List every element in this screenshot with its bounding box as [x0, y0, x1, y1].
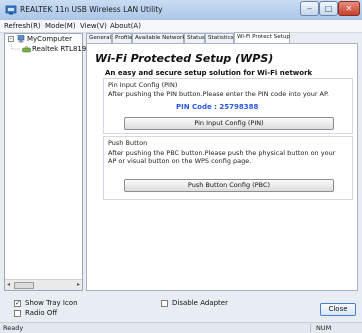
pbc-group: Push Button After pushing the PBC button… [103, 136, 353, 200]
pin-group: Pin Input Config (PIN) After pushing the… [103, 78, 353, 134]
title-bar: REALTEK 11n USB Wireless LAN Utility ‒ □… [0, 0, 362, 21]
tree-label-mycomputer: MyComputer [27, 35, 72, 43]
wireless-adapter-icon [22, 46, 31, 53]
tab-status[interactable]: Status [184, 33, 205, 43]
pin-input-config-button[interactable]: Pin Input Config (PIN) [124, 117, 334, 130]
num-lock-indicator: NUM [316, 324, 332, 332]
menu-bar: Refresh(R) Mode(M) View(V) About(A) [0, 20, 362, 33]
pin-code-value: PIN Code : 25798388 [176, 103, 259, 111]
radio-off-label: Radio Off [25, 309, 58, 317]
disable-adapter-checkbox[interactable] [161, 300, 168, 307]
tree-item-mycomputer[interactable]: - MyComputer [5, 34, 84, 44]
scroll-thumb[interactable] [14, 282, 34, 289]
tree-horizontal-scrollbar[interactable]: ◂ ▸ [5, 279, 82, 290]
tree-expander[interactable]: - [8, 36, 14, 42]
maximize-button[interactable]: □ [319, 1, 338, 16]
wps-panel: Wi-Fi Protected Setup (WPS) An easy and … [86, 43, 358, 291]
pbc-description-line1: After pushing the PBC button.Please push… [108, 149, 336, 157]
tab-available-network[interactable]: Available Network [132, 33, 185, 43]
tab-statistics[interactable]: Statistics [205, 33, 234, 43]
status-divider [310, 324, 311, 332]
push-button-config-button[interactable]: Push Button Config (PBC) [124, 179, 334, 192]
menu-about[interactable]: About(A) [110, 22, 141, 30]
tree-label-adapter: Realtek RTL819 [32, 45, 87, 53]
scroll-left-icon[interactable]: ◂ [7, 281, 10, 288]
pbc-description-line2: AP or visual button on the WPS config pa… [108, 157, 252, 165]
tree-connector-line [11, 44, 20, 50]
close-button[interactable]: Close [320, 303, 356, 316]
scroll-right-icon[interactable]: ▸ [77, 281, 80, 288]
pbc-group-title: Push Button [108, 139, 148, 147]
disable-adapter-label: Disable Adapter [172, 299, 228, 307]
pin-description: After pushing the PIN button.Please ente… [108, 90, 329, 98]
page-title: Wi-Fi Protected Setup (WPS) [95, 52, 274, 65]
bottom-bar: Show Tray Icon Radio Off Disable Adapter… [0, 291, 362, 322]
show-tray-icon-checkbox[interactable] [14, 299, 21, 307]
tab-profile[interactable]: Profile [112, 33, 132, 43]
page-subtitle: An easy and secure setup solution for Wi… [105, 69, 313, 77]
status-text: Ready [3, 324, 24, 332]
tree-item-adapter[interactable]: Realtek RTL819 [5, 44, 87, 54]
menu-refresh[interactable]: Refresh(R) [4, 22, 41, 30]
tab-general[interactable]: General [86, 33, 112, 43]
status-bar: Ready NUM [0, 322, 362, 333]
pin-group-title: Pin Input Config (PIN) [108, 81, 178, 89]
computer-icon [17, 35, 25, 43]
radio-off-checkbox[interactable] [14, 310, 21, 317]
show-tray-icon-label: Show Tray Icon [25, 299, 78, 307]
device-tree: - MyComputer Realtek RTL819 ◂ ▸ [4, 33, 87, 291]
menu-mode[interactable]: Mode(M) [45, 22, 76, 30]
menu-view[interactable]: View(V) [80, 22, 107, 30]
window-title: REALTEK 11n USB Wireless LAN Utility [20, 5, 163, 14]
app-icon [5, 5, 17, 15]
close-window-button[interactable]: ✕ [338, 1, 360, 16]
minimize-button[interactable]: ‒ [300, 1, 319, 16]
